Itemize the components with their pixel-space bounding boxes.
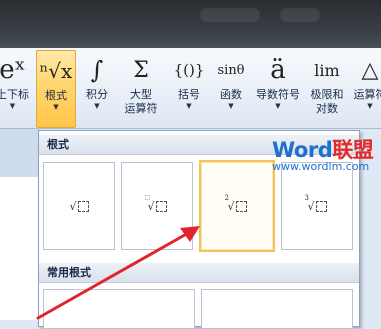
radical-tile-nth-root[interactable]: ⬚ √ <box>121 162 193 250</box>
watermark-brand-a: Word <box>272 138 333 162</box>
superscript-icon: eˣ <box>0 55 26 85</box>
document-page <box>0 177 40 320</box>
dropdown-arrow-icon: ▼ <box>94 102 100 110</box>
integral-button[interactable]: ∫ 积分 ▼ <box>80 50 114 126</box>
superscript-button[interactable]: eˣ 上下标 ▼ <box>0 50 35 126</box>
bracket-label: 括号 <box>178 88 200 101</box>
dropdown-arrow-icon: ▼ <box>228 102 234 110</box>
limit-log-label-2: 对数 <box>316 102 338 115</box>
ribbon-toolbar: eˣ 上下标 ▼ ⁿ√x 根式 ▼ ∫ 积分 ▼ Σ 大型 运算符 {()} 括… <box>0 48 381 129</box>
document-area <box>0 129 40 320</box>
integral-icon: ∫ <box>90 56 104 84</box>
operator-icon: △ <box>361 57 379 83</box>
superscript-label: 上下标 <box>0 88 29 101</box>
function-icon: sinθ <box>217 62 245 78</box>
radical-tile-cube-root[interactable]: 3 √ <box>281 162 353 250</box>
section-header-common-radicals: 常用根式 <box>39 263 359 283</box>
large-operator-label-2: 运算符 <box>124 102 158 115</box>
function-label: 函数 <box>220 88 242 101</box>
square-root-degree-icon: 2 √ <box>224 194 247 213</box>
cube-root-icon: 3 √ <box>304 194 327 213</box>
limit-log-button[interactable]: lim 极限和 对数 <box>306 50 348 126</box>
common-radical-tile[interactable] <box>201 289 353 329</box>
operator-label: 运算符 <box>353 88 381 101</box>
dropdown-arrow-icon: ▼ <box>53 103 59 111</box>
derivative-icon: ä <box>270 55 286 85</box>
derivative-button[interactable]: ä 导数符号 ▼ <box>252 50 304 126</box>
watermark-url: www.wordlm.com <box>272 160 370 173</box>
dropdown-arrow-icon: ▼ <box>275 102 281 110</box>
large-operator-button[interactable]: Σ 大型 运算符 <box>118 50 164 126</box>
sigma-icon: Σ <box>133 57 149 83</box>
bracket-button[interactable]: {()} 括号 ▼ <box>170 50 208 126</box>
watermark-brand-b: 联盟 <box>332 138 374 162</box>
blurred-title-area <box>280 8 320 22</box>
radical-label: 根式 <box>45 89 67 102</box>
radical-tile-square-root-degree[interactable]: 2 √ <box>199 160 275 252</box>
limit-log-label: 极限和 <box>310 88 344 101</box>
radical-button[interactable]: ⁿ√x 根式 ▼ <box>36 50 76 128</box>
title-bar <box>0 0 381 48</box>
dropdown-arrow-icon: ▼ <box>9 102 16 110</box>
derivative-label: 导数符号 <box>256 88 300 101</box>
blurred-title-area <box>200 8 260 22</box>
dropdown-arrow-icon: ▼ <box>367 102 373 110</box>
square-root-icon: √ <box>69 200 89 213</box>
large-operator-label: 大型 <box>130 88 152 101</box>
radical-tile-square-root[interactable]: √ <box>43 162 115 250</box>
integral-label: 积分 <box>86 88 108 101</box>
limit-icon: lim <box>314 60 340 80</box>
dropdown-arrow-icon: ▼ <box>186 102 192 110</box>
function-button[interactable]: sinθ 函数 ▼ <box>212 50 250 126</box>
common-radical-tile[interactable] <box>43 289 195 329</box>
bracket-icon: {()} <box>173 61 205 79</box>
operator-button[interactable]: △ 运算符 ▼ <box>350 50 381 126</box>
nth-root-icon: ⬚ √ <box>144 194 167 213</box>
radical-icon: ⁿ√x <box>39 59 73 83</box>
